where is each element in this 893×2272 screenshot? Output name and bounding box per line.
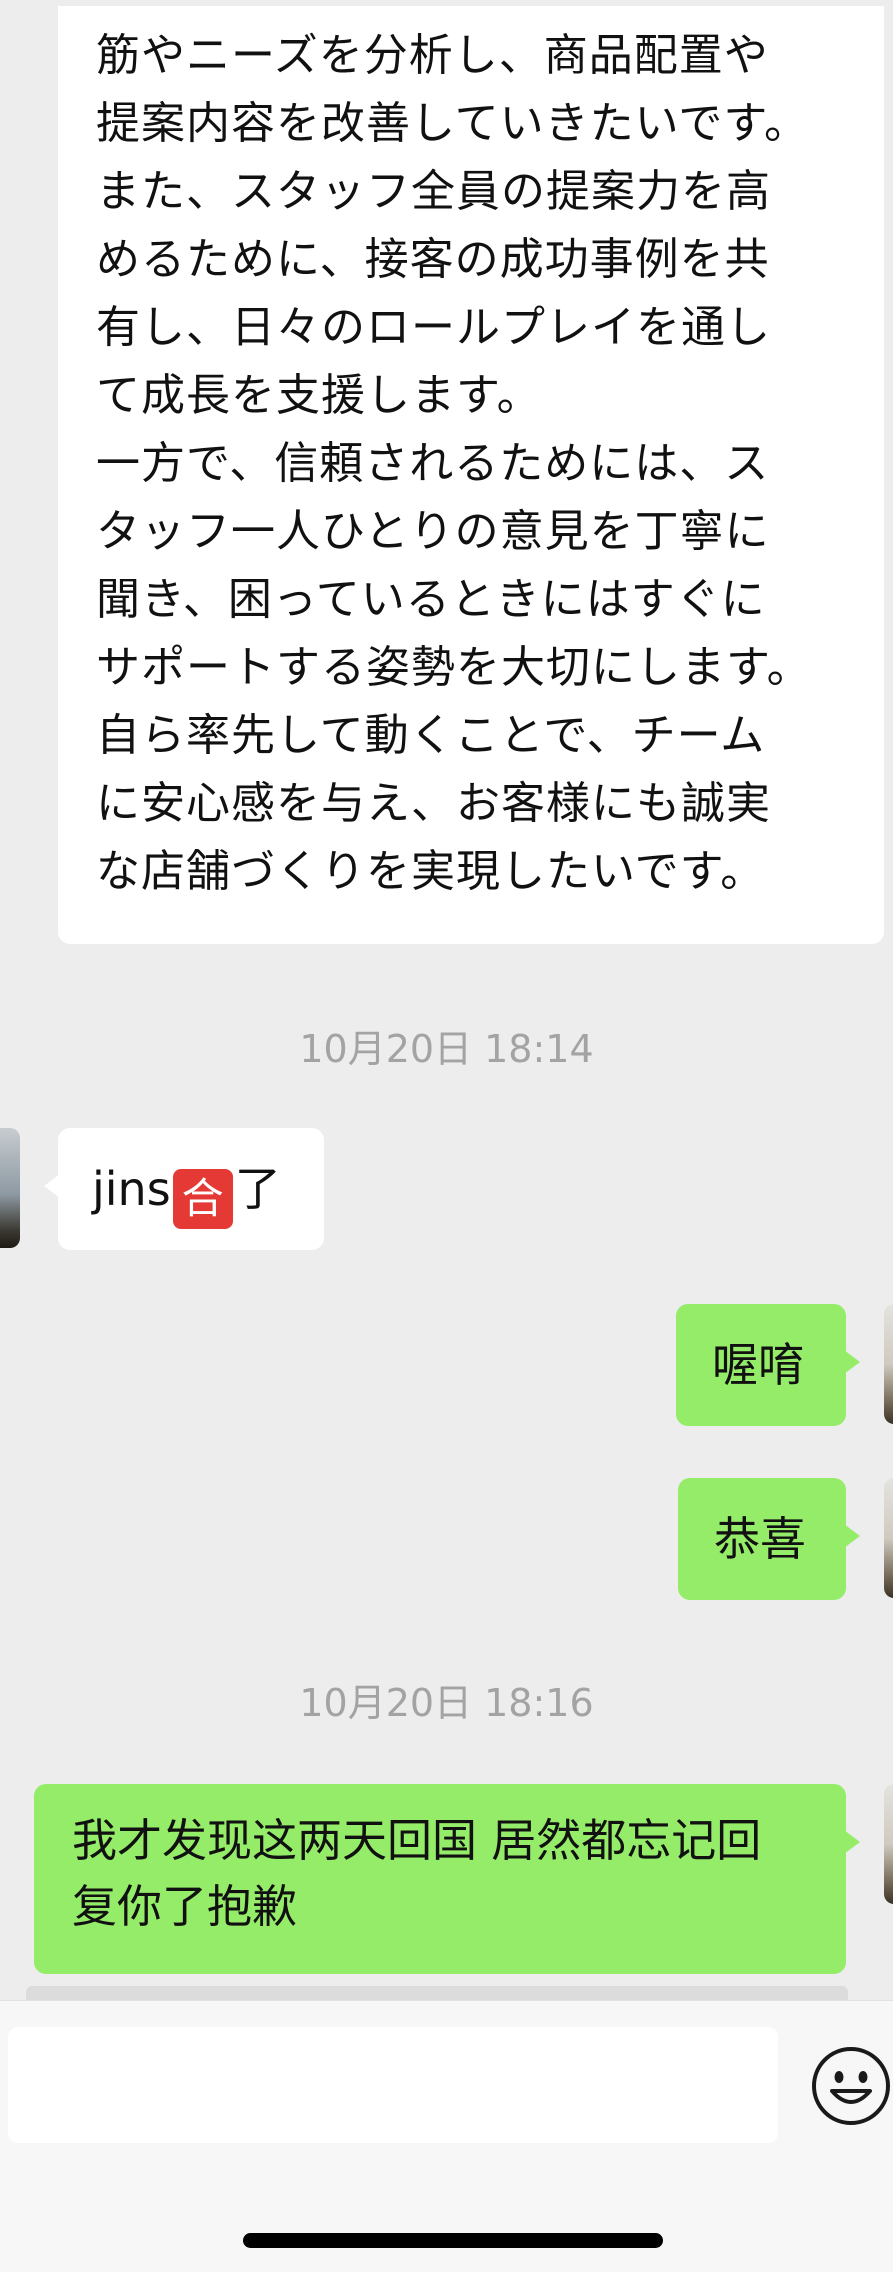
message-text: 恭喜	[714, 1512, 806, 1566]
contact-avatar[interactable]	[0, 1128, 20, 1248]
self-avatar[interactable]	[884, 1304, 893, 1424]
home-indicator[interactable]	[243, 2233, 663, 2248]
chat-area[interactable]: 筋やニーズを分析し、商品配置や 提案内容を改善していきたいです。 また、スタッフ…	[0, 0, 893, 2000]
ideograph-emoji-icon: 合	[172, 1169, 233, 1229]
message-bubble-received[interactable]: 筋やニーズを分析し、商品配置や 提案内容を改善していきたいです。 また、スタッフ…	[58, 6, 884, 944]
message-text: 喔唷	[712, 1338, 804, 1392]
message-bubble-sent[interactable]: 恭喜	[678, 1478, 860, 1600]
message-text: 筋やニーズを分析し、商品配置や 提案内容を改善していきたいです。 また、スタッフ…	[96, 30, 812, 897]
message-text-prefix: jins	[92, 1162, 171, 1216]
message-bubble-sent[interactable]: 我才发现这两天回国 居然都忘记回 复你了抱歉	[34, 1784, 860, 1974]
reply-preview-strip	[26, 1986, 848, 2000]
message-bubble-received[interactable]: jins 合了	[44, 1128, 324, 1250]
message-bubble-sent[interactable]: 喔唷	[676, 1304, 860, 1426]
message-input[interactable]	[8, 2027, 778, 2143]
smiley-face-icon[interactable]	[810, 2045, 892, 2127]
input-toolbar	[0, 2000, 893, 2272]
timestamp: 10月20日 18:16	[299, 1681, 594, 1725]
message-text: 我才发现这两天回国 居然都忘记回 复你了抱歉	[72, 1814, 762, 1933]
message-text: jins 合了	[92, 1159, 281, 1229]
self-avatar[interactable]	[884, 1478, 893, 1598]
timestamp: 10月20日 18:14	[299, 1027, 594, 1071]
message-text-suffix: 了	[234, 1162, 281, 1216]
self-avatar[interactable]	[884, 1784, 893, 1904]
